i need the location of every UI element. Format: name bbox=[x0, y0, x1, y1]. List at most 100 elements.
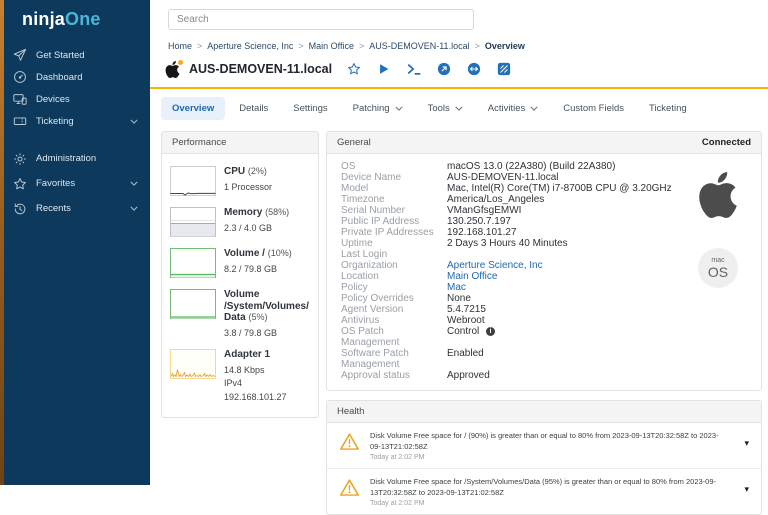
volume-chart[interactable] bbox=[170, 248, 216, 278]
breadcrumb-item-main-office[interactable]: Main Office bbox=[309, 41, 354, 51]
logo-ninja: ninja bbox=[22, 9, 65, 29]
field-row-device-name: Device NameAUS-DEMOVEN-11.local bbox=[341, 172, 685, 183]
general-fields: OSmacOS 13.0 (22A380) (Build 22A380)Devi… bbox=[341, 161, 685, 381]
play-icon[interactable] bbox=[377, 62, 391, 76]
field-value-link[interactable]: Main Office bbox=[447, 271, 685, 282]
chevron-down-icon bbox=[455, 106, 463, 111]
terminal-icon[interactable] bbox=[407, 62, 421, 76]
perf-percent: (58%) bbox=[265, 207, 289, 217]
breadcrumb-item-aus-demoven-11-local[interactable]: AUS-DEMOVEN-11.local bbox=[369, 41, 469, 51]
sidebar-item-administration[interactable]: Administration bbox=[0, 146, 150, 171]
performance-item-cpu: CPU (2%)1 Processor bbox=[170, 166, 310, 196]
tab-custom-fields[interactable]: Custom Fields bbox=[552, 97, 635, 120]
field-label: Policy Overrides bbox=[341, 293, 447, 304]
tab-patching[interactable]: Patching bbox=[342, 97, 414, 120]
field-value: America/Los_Angeles bbox=[447, 194, 685, 205]
tab-settings[interactable]: Settings bbox=[282, 97, 338, 120]
administration-icon bbox=[13, 152, 27, 166]
adapter-1-chart[interactable] bbox=[170, 349, 216, 379]
field-label: Policy bbox=[341, 282, 447, 293]
tab-activities[interactable]: Activities bbox=[477, 97, 549, 120]
volume-system-volumes-data-chart[interactable] bbox=[170, 289, 216, 319]
performance-item-memory: Memory (58%)2.3 / 4.0 GB bbox=[170, 207, 310, 237]
tab-bar: OverviewDetailsSettingsPatchingToolsActi… bbox=[161, 97, 768, 120]
devices-icon bbox=[13, 92, 27, 106]
ninja-remote-icon[interactable] bbox=[497, 62, 511, 76]
field-row-os-patch-management: OS Patch ManagementControl i bbox=[341, 326, 685, 348]
sidebar-item-get-started[interactable]: Get Started bbox=[0, 44, 150, 66]
remote-tools-icon[interactable] bbox=[467, 62, 481, 76]
field-label: Uptime bbox=[341, 238, 447, 249]
warning-triangle-icon bbox=[339, 478, 360, 497]
chevron-down-icon bbox=[395, 106, 403, 111]
performance-body: CPU (2%)1 ProcessorMemory (58%)2.3 / 4.0… bbox=[162, 154, 318, 417]
field-value bbox=[447, 249, 685, 260]
memory-chart[interactable] bbox=[170, 207, 216, 237]
sidebar-item-devices[interactable]: Devices bbox=[0, 88, 150, 110]
search-row bbox=[150, 0, 768, 30]
perf-detail: 1 Processor bbox=[224, 182, 272, 193]
chevron-down-icon bbox=[530, 106, 538, 111]
health-title: Health bbox=[337, 406, 364, 417]
perf-detail: 2.3 / 4.0 GB bbox=[224, 223, 289, 234]
info-icon[interactable]: i bbox=[486, 327, 495, 336]
os-logos: mac OS bbox=[685, 161, 751, 381]
field-label: Antivirus bbox=[341, 315, 447, 326]
breadcrumb-item-aperture-science-inc[interactable]: Aperture Science, Inc bbox=[207, 41, 293, 51]
right-column: General Connected OSmacOS 13.0 (22A380) … bbox=[326, 131, 762, 515]
field-row-uptime: Uptime2 Days 3 Hours 40 Minutes bbox=[341, 238, 685, 249]
field-label: Software Patch Management bbox=[341, 348, 447, 370]
performance-panel: Performance CPU (2%)1 ProcessorMemory (5… bbox=[161, 131, 319, 418]
sidebar-item-ticketing[interactable]: Ticketing bbox=[0, 110, 150, 132]
sidebar-item-favorites[interactable]: Favorites bbox=[0, 171, 150, 196]
breadcrumb-separator: > bbox=[475, 41, 480, 51]
sidebar-item-recents[interactable]: Recents bbox=[0, 196, 150, 221]
sidebar: ninjaOne Get StartedDashboardDevicesTick… bbox=[0, 0, 150, 485]
device-header: AUS-DEMOVEN-11.local bbox=[164, 58, 768, 80]
expand-caret-icon[interactable]: ▾ bbox=[744, 438, 749, 449]
field-row-software-patch-management: Software Patch ManagementEnabled bbox=[341, 348, 685, 370]
field-value-link[interactable]: Mac bbox=[447, 282, 685, 293]
chevron-down-icon bbox=[130, 181, 138, 186]
field-value: macOS 13.0 (22A380) (Build 22A380) bbox=[447, 161, 685, 172]
search-input[interactable] bbox=[168, 9, 474, 30]
tab-ticketing[interactable]: Ticketing bbox=[638, 97, 698, 120]
field-row-organization: OrganizationAperture Science, Inc bbox=[341, 260, 685, 271]
sidebar-item-dashboard[interactable]: Dashboard bbox=[0, 66, 150, 88]
app-logo[interactable]: ninjaOne bbox=[0, 0, 150, 40]
field-label: OS bbox=[341, 161, 447, 172]
field-value: AUS-DEMOVEN-11.local bbox=[447, 172, 685, 183]
remote-session-icon[interactable] bbox=[437, 62, 451, 76]
field-value: Enabled bbox=[447, 348, 685, 370]
field-value: VManGfsgEMWI bbox=[447, 205, 685, 216]
perf-percent: (2%) bbox=[248, 166, 267, 176]
field-label: Approval status bbox=[341, 370, 447, 381]
field-label: Private IP Addresses bbox=[341, 227, 447, 238]
warning-triangle-icon bbox=[339, 432, 360, 451]
breadcrumb: Home > Aperture Science, Inc > Main Office > A… bbox=[168, 41, 768, 51]
field-row-model: ModelMac, Intel(R) Core(TM) i7-8700B CPU… bbox=[341, 183, 685, 194]
cpu-chart[interactable] bbox=[170, 166, 216, 196]
general-body: OSmacOS 13.0 (22A380) (Build 22A380)Devi… bbox=[327, 154, 761, 390]
apple-device-icon bbox=[164, 60, 181, 79]
breadcrumb-separator: > bbox=[298, 41, 303, 51]
field-value-link[interactable]: Aperture Science, Inc bbox=[447, 260, 685, 271]
tab-details[interactable]: Details bbox=[228, 97, 279, 120]
perf-detail: IPv4 bbox=[224, 378, 287, 389]
field-row-policy-overrides: Policy OverridesNone bbox=[341, 293, 685, 304]
field-row-last-login: Last Login bbox=[341, 249, 685, 260]
breadcrumb-item-home[interactable]: Home bbox=[168, 41, 192, 51]
tab-overview[interactable]: Overview bbox=[161, 97, 225, 120]
performance-item-adapter-1: Adapter 114.8 KbpsIPv4192.168.101.27 bbox=[170, 349, 310, 402]
perf-name: Volume /System/Volumes/Data (5%) bbox=[224, 289, 310, 324]
field-value: 130.250.7.197 bbox=[447, 216, 685, 227]
general-panel: General Connected OSmacOS 13.0 (22A380) … bbox=[326, 131, 762, 391]
field-row-serial-number: Serial NumberVManGfsgEMWI bbox=[341, 205, 685, 216]
get-started-icon bbox=[13, 48, 27, 62]
expand-caret-icon[interactable]: ▾ bbox=[744, 484, 749, 495]
tab-tools[interactable]: Tools bbox=[417, 97, 474, 120]
breadcrumb-separator: > bbox=[197, 41, 202, 51]
field-row-location: LocationMain Office bbox=[341, 271, 685, 282]
field-row-timezone: TimezoneAmerica/Los_Angeles bbox=[341, 194, 685, 205]
favorite-star-icon[interactable] bbox=[347, 62, 361, 76]
